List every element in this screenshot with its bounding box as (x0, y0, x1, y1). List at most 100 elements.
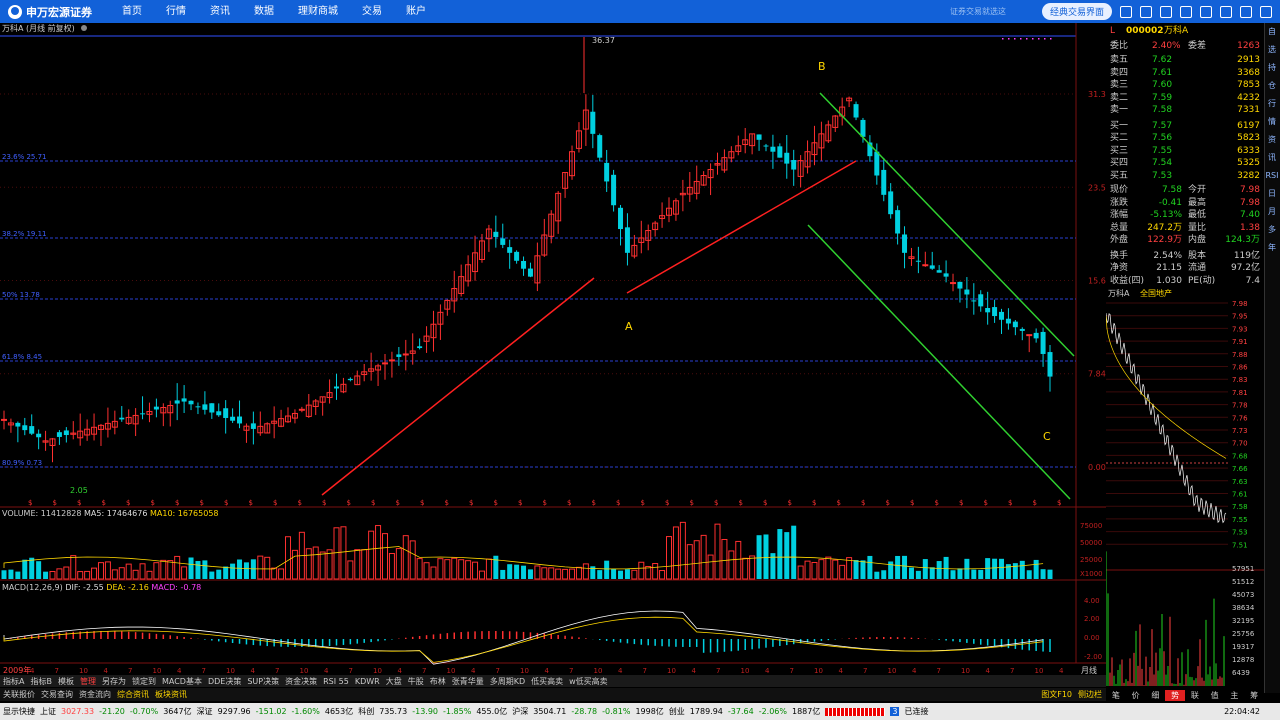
indicator-tab[interactable]: 管理 (80, 676, 96, 687)
chart-title-icon[interactable] (81, 25, 87, 31)
order-book-row[interactable]: 买一 7.57 6197 (1106, 120, 1264, 133)
message-icon[interactable] (1140, 5, 1152, 18)
nav-account[interactable]: 账户 (394, 0, 438, 23)
sidebar-button[interactable]: 年 (1265, 239, 1279, 257)
sidebar-button[interactable]: 情 (1265, 113, 1279, 131)
user-icon[interactable] (1180, 5, 1192, 18)
channel-upper-line[interactable] (819, 92, 1075, 357)
indicator-tab[interactable]: 另存为 (102, 676, 126, 687)
volume-bar (264, 556, 271, 580)
support-trendline-1[interactable] (321, 277, 595, 496)
volume-bar (555, 568, 562, 580)
candle (1040, 331, 1046, 354)
right-tab[interactable]: 筹 (1244, 690, 1264, 701)
minimize-icon[interactable] (1220, 5, 1232, 18)
info-tab[interactable]: 板块资讯 (155, 689, 187, 700)
volume-bar (125, 563, 132, 580)
indicator-tab[interactable]: 多周期KD (490, 676, 525, 687)
indicator-tab[interactable]: 锁定到 (132, 676, 156, 687)
price-axis-label: 0.00 (1088, 463, 1106, 472)
sidebar-button[interactable]: 月 (1265, 203, 1279, 221)
time-axis-label: 7 (790, 667, 794, 675)
candle (895, 210, 901, 234)
info-tab[interactable]: 综合资讯 (117, 689, 149, 700)
info-tab[interactable]: 关联报价 (3, 689, 35, 700)
price-axis-label: 31.35 (1088, 90, 1106, 99)
sidebar-button[interactable]: 资 (1265, 131, 1279, 149)
intraday-volume-label: 45073 (1232, 591, 1254, 599)
order-book-row[interactable]: 卖二 7.59 4232 (1106, 92, 1264, 105)
right-tab[interactable]: 价 (1126, 690, 1146, 701)
right-tab[interactable]: 细 (1146, 690, 1166, 701)
order-book-row[interactable]: 卖五 7.62 2913 (1106, 54, 1264, 67)
indicator-tab[interactable]: DDE决策 (208, 676, 241, 687)
nav-news[interactable]: 资讯 (198, 0, 242, 23)
indicator-tab[interactable]: SUP决策 (247, 676, 279, 687)
indicator-tab[interactable]: 布林 (430, 676, 446, 687)
indicator-tab[interactable]: RSI 55 (323, 677, 349, 686)
order-book-row[interactable]: 买四 7.54 5325 (1106, 157, 1264, 170)
info-tab[interactable]: 交易查询 (41, 689, 73, 700)
sidebar-button[interactable]: 日 (1265, 185, 1279, 203)
right-tab[interactable]: 值 (1205, 690, 1225, 701)
sidebar-toggle[interactable]: 侧边栏 (1078, 689, 1102, 700)
sidebar-button[interactable]: 多 (1265, 221, 1279, 239)
indicator-tab[interactable]: 张青华量 (452, 676, 484, 687)
nav-data[interactable]: 数据 (242, 0, 286, 23)
indicator-tab[interactable]: 大盘 (386, 676, 402, 687)
order-book-row[interactable]: 卖一 7.58 7331 (1106, 104, 1264, 117)
order-book-row[interactable]: 卖四 7.61 3368 (1106, 67, 1264, 80)
intraday-volume-label: 12878 (1232, 656, 1254, 664)
order-book-row[interactable]: 买三 7.55 6333 (1106, 145, 1264, 158)
support-trendline-2[interactable] (626, 160, 857, 294)
sidebar-button[interactable]: 持 (1265, 59, 1279, 77)
sidebar-button[interactable]: 自 (1265, 23, 1279, 41)
order-book-row[interactable]: 买二 7.56 5823 (1106, 132, 1264, 145)
pattern-label-a: A (625, 320, 633, 333)
sidebar-button[interactable]: 讯 (1265, 149, 1279, 167)
sidebar-button[interactable]: 行 (1265, 95, 1279, 113)
order-book-row[interactable]: 买五 7.53 3282 (1106, 170, 1264, 183)
volume-bar (521, 565, 527, 579)
headset-icon[interactable] (1160, 5, 1172, 18)
indicator-tab[interactable]: w低买高卖 (569, 676, 608, 687)
intraday-chart[interactable]: 万科A 全国地产 7.98 7.95 7.93 7.91 7.88 7.86 7.83 7.8… (1105, 288, 1264, 688)
volume-bar (409, 540, 416, 580)
nav-trade[interactable]: 交易 (350, 0, 394, 23)
f10-tab[interactable]: 图文F10 (1041, 689, 1072, 700)
indicator-tab[interactable]: KDWR (355, 677, 380, 686)
indicator-tab[interactable]: MACD基本 (162, 676, 202, 687)
kline-chart[interactable]: 万科A (月线 前复权) 36.37 2.05 A B C 23.6% 25.7… (0, 23, 1111, 675)
classic-trade-button[interactable]: 经典交易界面 (1041, 3, 1112, 20)
close-icon[interactable] (1260, 5, 1272, 18)
dividend-marker: $ (984, 499, 988, 507)
order-book-row[interactable]: 卖三 7.60 7853 (1106, 79, 1264, 92)
skin-icon[interactable] (1120, 5, 1132, 18)
sidebar-button[interactable]: 选 (1265, 41, 1279, 59)
right-tab[interactable]: 主 (1225, 690, 1245, 701)
indicator-tab[interactable]: 牛股 (408, 676, 424, 687)
indicator-tab[interactable]: 指标A (3, 676, 24, 687)
info-tab[interactable]: 资金流向 (79, 689, 111, 700)
intraday-sector[interactable]: 全国地产 (1140, 288, 1172, 298)
kline-chart-area[interactable]: 万科A (月线 前复权) 36.37 2.05 A B C 23.6% 25.7… (0, 23, 1111, 675)
maximize-icon[interactable] (1240, 5, 1252, 18)
indicator-tab[interactable]: 资金决策 (285, 676, 317, 687)
sidebar-button[interactable]: 仓 (1265, 77, 1279, 95)
volume-bar (541, 567, 548, 580)
right-tab[interactable]: 笔 (1106, 690, 1126, 701)
dividend-marker: $ (200, 499, 204, 507)
indicator-tab[interactable]: 指标B (30, 676, 52, 687)
right-tab[interactable]: 联 (1185, 690, 1205, 701)
period-label[interactable]: 月线 (1081, 665, 1097, 675)
indicator-tab[interactable]: 模板 (58, 676, 74, 687)
right-tab[interactable]: 势 (1165, 690, 1185, 701)
volume-bar (381, 533, 388, 580)
nav-quotes[interactable]: 行情 (154, 0, 198, 23)
quick-display[interactable]: 显示快捷 (3, 706, 35, 717)
nav-mall[interactable]: 理财商城 (286, 0, 350, 23)
sidebar-button[interactable]: RSI (1265, 167, 1279, 185)
indicator-tab[interactable]: 低买高卖 (531, 676, 563, 687)
nav-home[interactable]: 首页 (110, 0, 154, 23)
settings-icon[interactable] (1200, 5, 1212, 18)
